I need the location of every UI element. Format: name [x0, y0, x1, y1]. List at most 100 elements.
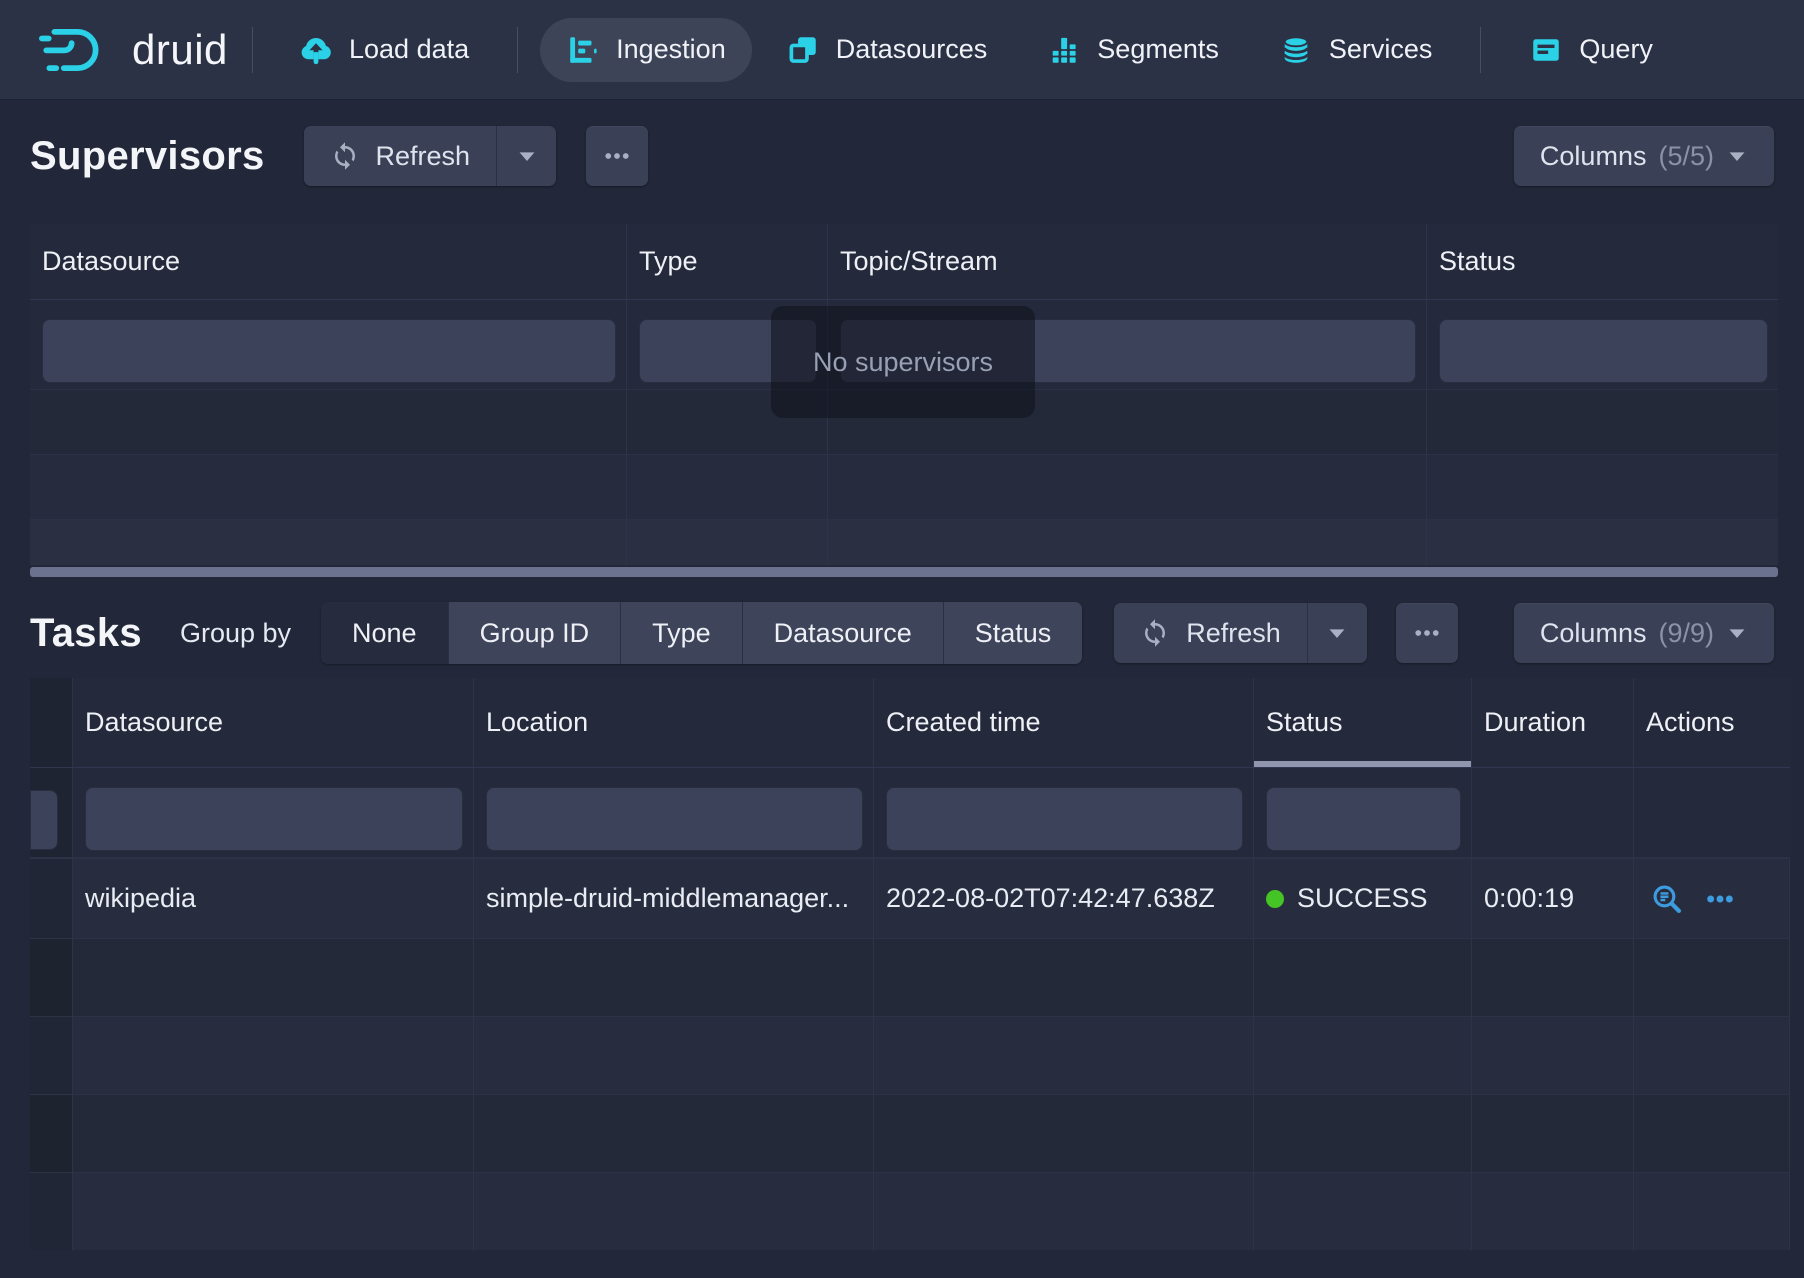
- column-header-status-sorted[interactable]: Status: [1254, 678, 1472, 767]
- stacked-bar-chart-icon: [1047, 33, 1081, 67]
- column-header-created-time[interactable]: Created time: [874, 678, 1254, 767]
- more-dots-icon: [1704, 883, 1736, 915]
- more-dots-icon: [1412, 618, 1442, 648]
- columns-count: (5/5): [1658, 141, 1714, 172]
- nav-datasources[interactable]: Datasources: [760, 18, 1014, 82]
- app-logo[interactable]: druid: [36, 25, 252, 75]
- location-filter-input[interactable]: [486, 787, 863, 851]
- supervisors-title: Supervisors: [30, 134, 265, 179]
- supervisors-table: Datasource Type Topic/Stream Status No s…: [30, 224, 1778, 565]
- ingestion-chart-icon: [566, 33, 600, 67]
- empty-row: [30, 938, 1790, 1016]
- group-by-none-button[interactable]: None: [321, 602, 448, 664]
- supervisors-table-header: Datasource Type Topic/Stream Status: [30, 224, 1778, 300]
- nav-label: Load data: [349, 34, 469, 65]
- column-header-type[interactable]: Type: [627, 224, 828, 299]
- no-supervisors-message: No supervisors: [771, 306, 1035, 418]
- datasource-filter-input[interactable]: [85, 787, 463, 851]
- column-header-location[interactable]: Location: [474, 678, 874, 767]
- nav-label: Query: [1579, 34, 1653, 65]
- columns-label: Columns: [1540, 141, 1647, 172]
- empty-row: [30, 455, 1778, 520]
- column-header-task-id[interactable]: [30, 678, 73, 767]
- logo-wordmark: druid: [132, 26, 228, 74]
- column-header-datasource[interactable]: Datasource: [73, 678, 474, 767]
- cell-location: simple-druid-middlemanager...: [474, 859, 874, 938]
- cell-status: SUCCESS: [1254, 859, 1472, 938]
- nav-label: Services: [1329, 34, 1433, 65]
- supervisors-refresh-button[interactable]: Refresh: [304, 126, 497, 186]
- created-time-filter-input[interactable]: [886, 787, 1243, 851]
- tasks-table: Datasource Location Created time Status …: [30, 678, 1790, 1250]
- tasks-refresh-split: Refresh: [1114, 603, 1367, 663]
- tasks-section: Tasks Group by None Group ID Type Dataso…: [0, 602, 1804, 1250]
- group-by-button-group: None Group ID Type Datasource Status: [321, 602, 1082, 664]
- refresh-label: Refresh: [376, 141, 471, 172]
- task-id-filter-input[interactable]: [30, 790, 58, 850]
- supervisors-refresh-split: Refresh: [304, 126, 557, 186]
- tasks-columns-button[interactable]: Columns (9/9): [1514, 603, 1774, 663]
- upload-cloud-icon: [299, 33, 333, 67]
- status-filter-input[interactable]: [1439, 319, 1768, 383]
- refresh-icon: [1140, 618, 1170, 648]
- nav-query[interactable]: Query: [1503, 18, 1679, 82]
- column-header-duration[interactable]: Duration: [1472, 678, 1634, 767]
- nav-services[interactable]: Services: [1253, 18, 1459, 82]
- chevron-down-icon: [1726, 145, 1748, 167]
- console-icon: [1529, 33, 1563, 67]
- table-row-wikipedia[interactable]: wikipedia simple-druid-middlemanager... …: [30, 858, 1790, 938]
- chevron-down-icon: [1726, 622, 1748, 644]
- tasks-toolbar: Tasks Group by None Group ID Type Dataso…: [30, 602, 1774, 664]
- nav-ingestion[interactable]: Ingestion: [540, 18, 752, 82]
- columns-count: (9/9): [1658, 618, 1714, 649]
- database-icon: [1279, 33, 1313, 67]
- column-header-topic-stream[interactable]: Topic/Stream: [828, 224, 1427, 299]
- refresh-label: Refresh: [1186, 618, 1281, 649]
- tasks-filter-row: [30, 768, 1790, 858]
- task-details-button[interactable]: [1650, 882, 1684, 916]
- nav-segments[interactable]: Segments: [1021, 18, 1245, 82]
- druid-logo-icon: [36, 25, 114, 75]
- refresh-icon: [330, 141, 360, 171]
- column-header-datasource[interactable]: Datasource: [30, 224, 627, 299]
- sort-indicator: [1254, 761, 1471, 767]
- tasks-title: Tasks: [30, 611, 142, 656]
- group-by-label: Group by: [180, 618, 291, 649]
- nav-label: Ingestion: [616, 34, 726, 65]
- column-header-actions[interactable]: Actions: [1634, 678, 1790, 767]
- empty-row: [30, 1016, 1790, 1094]
- status-filter-input[interactable]: [1266, 787, 1461, 851]
- supervisors-refresh-caret-button[interactable]: [496, 126, 556, 186]
- empty-row: [30, 1172, 1790, 1250]
- group-by-status-button[interactable]: Status: [943, 602, 1083, 664]
- group-by-group-id-button[interactable]: Group ID: [448, 602, 621, 664]
- datasource-filter-input[interactable]: [42, 319, 616, 383]
- supervisors-more-button[interactable]: [586, 126, 648, 186]
- group-by-datasource-button[interactable]: Datasource: [742, 602, 943, 664]
- nav-items: Load data Ingestion Da: [273, 18, 1679, 82]
- nav-load-data[interactable]: Load data: [273, 18, 495, 82]
- supervisors-section: Supervisors Refresh Columns (5/5): [0, 126, 1804, 565]
- tasks-refresh-button[interactable]: Refresh: [1114, 603, 1307, 663]
- magnifier-details-icon: [1650, 882, 1684, 916]
- tasks-refresh-caret-button[interactable]: [1307, 603, 1367, 663]
- cell-created-time: 2022-08-02T07:42:47.638Z: [874, 859, 1254, 938]
- horizontal-scrollbar[interactable]: [30, 567, 1778, 577]
- nav-label: Datasources: [836, 34, 988, 65]
- status-text: SUCCESS: [1297, 883, 1428, 914]
- columns-label: Columns: [1540, 618, 1647, 649]
- group-by-type-button[interactable]: Type: [620, 602, 742, 664]
- empty-row: [30, 1094, 1790, 1172]
- chevron-down-icon: [1326, 622, 1348, 644]
- task-actions-menu-button[interactable]: [1704, 883, 1736, 915]
- success-status-dot: [1266, 890, 1284, 908]
- tasks-table-header: Datasource Location Created time Status …: [30, 678, 1790, 768]
- column-header-status[interactable]: Status: [1427, 224, 1778, 299]
- nav-divider: [252, 27, 253, 73]
- nav-divider: [1480, 27, 1481, 73]
- nav-divider: [517, 27, 518, 73]
- supervisors-columns-button[interactable]: Columns (5/5): [1514, 126, 1774, 186]
- nav-label: Segments: [1097, 34, 1219, 65]
- cell-datasource: wikipedia: [73, 859, 474, 938]
- tasks-more-button[interactable]: [1396, 603, 1458, 663]
